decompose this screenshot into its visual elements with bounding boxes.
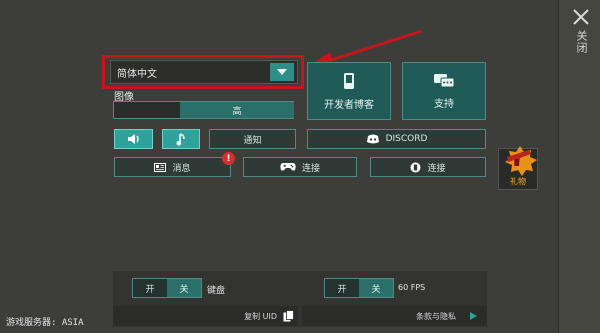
game-server-label: 游戏服务器: ASIA [6, 318, 84, 328]
copy-uid-label: 复制 UID [244, 311, 277, 321]
message-card-icon [154, 162, 167, 172]
notify-button[interactable]: 通知 [209, 129, 296, 149]
developer-blog-label: 开发者博客 [324, 99, 374, 111]
quality-value: 高 [180, 102, 294, 118]
support-button[interactable]: 支持 [402, 62, 486, 120]
chat-icon [434, 73, 455, 87]
gift-gun-icon [505, 146, 537, 176]
dropdown-arrow-icon [270, 63, 294, 81]
speaker-icon [127, 134, 139, 144]
discord-icon [366, 134, 379, 144]
notify-label: 通知 [243, 135, 262, 146]
device-icon [410, 162, 421, 172]
discord-button[interactable]: DISCORD [307, 129, 486, 149]
close-button[interactable]: 关闭 [568, 8, 594, 68]
fps-off-option[interactable]: 关 [359, 279, 393, 297]
language-select[interactable]: 简体中文 [110, 60, 298, 84]
keyboard-toggle[interactable]: 开 关 [132, 278, 202, 298]
connect-gamepad-label: 连接 [301, 163, 320, 174]
terms-label: 条款与隐私 [416, 311, 456, 321]
gift-label: 礼物 [510, 177, 526, 186]
fps-label: 60 FPS [398, 283, 426, 292]
copy-icon [283, 310, 294, 322]
keyboard-on-option[interactable]: 开 [133, 279, 167, 297]
messages-alert-badge: ! [222, 152, 235, 165]
support-label: 支持 [434, 98, 454, 110]
keyboard-label: 键盘 [207, 286, 226, 296]
music-toggle[interactable] [162, 129, 200, 149]
developer-blog-button[interactable]: 开发者博客 [307, 62, 391, 120]
messages-button[interactable]: 消息 [114, 157, 231, 177]
graphics-quality-slider[interactable]: 高 [113, 101, 294, 119]
gamepad-icon [280, 163, 296, 171]
sound-toggle[interactable] [114, 129, 153, 149]
fps-toggle[interactable]: 开 关 [324, 278, 394, 298]
keyboard-off-option[interactable]: 关 [167, 279, 201, 297]
connect-device-button[interactable]: 连接 [370, 157, 486, 177]
connect-device-label: 连接 [427, 163, 446, 174]
fps-on-option[interactable]: 开 [325, 279, 359, 297]
gift-button[interactable]: 礼物 [498, 146, 538, 190]
discord-label: DISCORD [385, 134, 428, 144]
connect-gamepad-button[interactable]: 连接 [243, 157, 357, 177]
messages-label: 消息 [172, 163, 191, 174]
close-label: 关闭 [575, 30, 588, 54]
phone-icon [344, 72, 354, 89]
terms-privacy-button[interactable]: 条款与隐私 [302, 306, 487, 326]
close-icon [573, 9, 589, 25]
copy-uid-button[interactable]: 复制 UID [113, 306, 298, 326]
play-arrow-icon [470, 312, 477, 320]
language-value: 简体中文 [117, 68, 157, 80]
music-note-icon [176, 132, 185, 146]
